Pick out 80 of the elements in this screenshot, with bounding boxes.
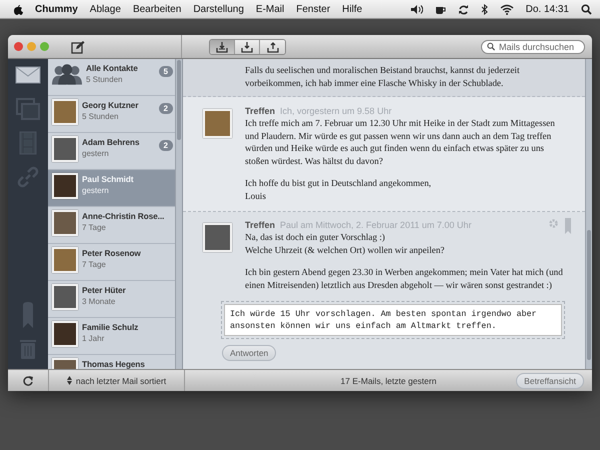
contact-time: gestern [82, 149, 110, 158]
menu-item[interactable]: Hilfe [342, 4, 362, 14]
contact-name: Peter Hüter [82, 285, 127, 295]
photo-placeholder [52, 321, 78, 347]
contact-time: 5 Stunden [82, 112, 120, 121]
contact-time: gestern [82, 186, 110, 195]
scrollbar[interactable] [585, 59, 592, 369]
message-text: Na, das ist doch ein guter Vorschlag :) Welche Uhrzeit (& welchen Ort) wollen wir anpeilen? [245, 231, 446, 256]
refresh-icon[interactable] [22, 374, 34, 386]
download-icon [241, 40, 253, 52]
bluetooth-icon[interactable] [480, 4, 488, 14]
message-text: Ich hoffe du bist gut in Deutschland angekommen, Louis [245, 177, 432, 202]
menu-item[interactable]: Bearbeiten [132, 4, 182, 14]
message-meta: Ich, vorgestern um 9.58 Uhr [280, 106, 392, 116]
menu-item[interactable]: Fenster [296, 4, 330, 14]
photo-placeholder [203, 109, 232, 138]
message-text: Ich bin gestern Abend gegen 23.30 in Werben angekommen; mein Vater hat mich (und einen Mitreisenden) letztlich aus Dresden abgeholt — wir wären sonst gestrandet :) [245, 266, 564, 291]
reply-button[interactable]: Antworten [222, 345, 276, 361]
photo-placeholder [52, 173, 78, 199]
contact-name: Alle Kontakte [86, 63, 139, 73]
menu-item[interactable]: Darstellung [193, 4, 244, 14]
upload-icon [266, 40, 278, 52]
message-text: Ich treffe mich am 7. Februar um 12.30 Uhr mit Heike in der Stadt zum Mittagessen und Plaudern. Mir würde es gut passen wenn wir uns dann auch an dem Tag treffen würden und Heike würde es auch gut finden wenn du einfach etwas später zu uns stoßen würdest. Was hältst du davon? [245, 117, 556, 167]
compose-icon[interactable] [71, 40, 85, 54]
contact-name: Thomas Hegens [82, 359, 146, 369]
speaker-icon[interactable] [410, 4, 423, 14]
menu-item[interactable]: E-Mail [256, 4, 284, 14]
contact-item[interactable]: Georg Kutzner 5 Stunden 2 [48, 96, 175, 133]
photo-placeholder [52, 99, 78, 125]
message-subject: Treffen [245, 220, 276, 230]
message-text: Falls du seelischen und moralischen Beistand brauchst, kannst du jederzeit vorbeikommen, ich hab immer eine Flasche Whisky in der Schublade. [245, 64, 521, 89]
subject-view-button[interactable]: Betreffansicht [516, 372, 584, 388]
contact-name: Georg Kutzner [82, 100, 140, 110]
apple-logo-icon[interactable] [13, 3, 23, 15]
contact-item[interactable]: Familie Schulz 1 Jahr [48, 318, 175, 355]
upload-tab[interactable] [260, 40, 285, 54]
wifi-icon[interactable] [500, 4, 514, 14]
message-subject: Treffen [245, 106, 276, 116]
photo-placeholder [52, 284, 78, 310]
inbox-tab[interactable] [210, 40, 235, 54]
contact-name: Familie Schulz [82, 322, 140, 332]
contact-name: Adam Behrens [82, 137, 140, 147]
clock[interactable]: Do. 14:31 [526, 4, 569, 14]
menu-item[interactable]: Ablage [90, 4, 121, 14]
contact-time: 3 Monate [82, 297, 116, 306]
contact-name: Peter Rosenow [82, 248, 142, 258]
download-tab[interactable] [235, 40, 260, 54]
contact-time: 5 Stunden [86, 75, 124, 84]
photo-placeholder [203, 223, 232, 252]
search-field[interactable]: Mails durchsuchen [481, 40, 585, 54]
segmented-control[interactable] [209, 38, 286, 54]
tray-arrow-icon [216, 40, 228, 52]
photo-placeholder [52, 210, 78, 236]
sort-button[interactable]: nach letzter Mail sortiert [66, 376, 166, 386]
contact-item[interactable]: Peter Rosenow 7 Tage [48, 244, 175, 281]
contact-item[interactable]: Anne-Christin Rose... 7 Tage [48, 207, 175, 244]
contact-time: 7 Tage [82, 223, 107, 232]
menu-app-name[interactable]: Chummy [35, 4, 78, 14]
group-icon [52, 62, 82, 86]
contact-time: 7 Tage [82, 260, 107, 269]
close-button[interactable] [14, 42, 23, 51]
envelope-icon[interactable] [15, 66, 41, 84]
search-icon [487, 42, 495, 51]
reply-field[interactable]: Ich würde 15 Uhr vorschlagen. Am besten spontan irgendwo aber ansonsten können wir uns einfach am Altmarkt treffen. [224, 304, 562, 336]
photo-placeholder [52, 247, 78, 273]
contact-time: 1 Jahr [82, 334, 106, 343]
contact-name: Anne-Christin Rose... [82, 211, 166, 221]
scrollbar[interactable] [175, 59, 182, 369]
search-icon[interactable] [581, 4, 592, 14]
contact-item[interactable]: Alle Kontakte 5 Stunden 5 [48, 59, 175, 96]
unread-count-badge: 5 [158, 66, 173, 77]
status-text: 17 E-Mails, letzte gestern [340, 376, 436, 386]
sync-icon[interactable] [458, 4, 469, 14]
photo-placeholder [52, 136, 78, 162]
sort-icon [66, 376, 72, 385]
unread-count-badge: 2 [158, 103, 173, 114]
contact-item[interactable]: Peter Hüter 3 Monate [48, 281, 175, 318]
contact-name: Paul Schmidt [82, 174, 134, 184]
message-meta: Paul am Mittwoch, 2. Februar 2011 um 7.00 Uhr [280, 220, 472, 230]
unread-count-badge: 2 [158, 140, 173, 151]
